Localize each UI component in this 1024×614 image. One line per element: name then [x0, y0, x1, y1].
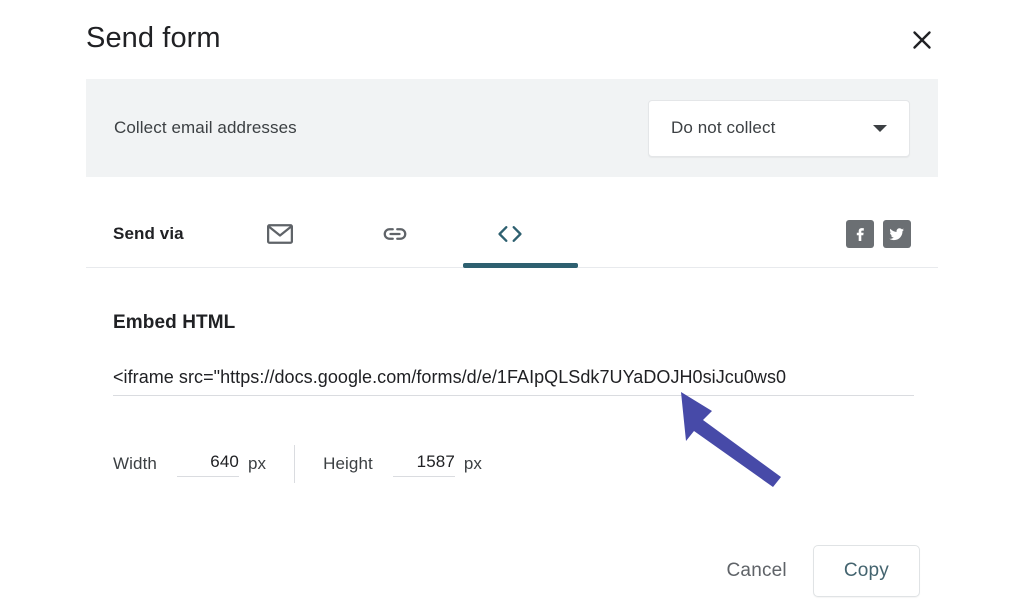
width-input[interactable]: 640: [176, 452, 239, 477]
collect-email-label: Collect email addresses: [114, 118, 297, 137]
dialog-footer: Cancel Copy: [86, 540, 938, 602]
embed-html-value: <iframe src="https://docs.google.com/for…: [113, 367, 787, 387]
height-label: Height: [323, 454, 373, 473]
tab-send-embed[interactable]: [452, 200, 567, 268]
width-unit: px: [247, 454, 267, 473]
collect-email-dropdown[interactable]: Do not collect: [648, 99, 910, 157]
send-via-label: Send via: [113, 224, 184, 243]
copy-button[interactable]: Copy: [812, 545, 920, 597]
collect-email-section: Collect email addresses Do not collect: [86, 79, 938, 177]
height-unit: px: [463, 454, 483, 473]
embed-size-row: Width 640 px Height 1587 px: [113, 445, 483, 483]
chevron-down-icon: [873, 124, 887, 132]
envelope-icon: [265, 219, 295, 249]
tab-send-link[interactable]: [337, 200, 452, 268]
link-icon: [380, 219, 410, 249]
facebook-icon: [851, 225, 869, 243]
code-brackets-icon: [494, 218, 526, 250]
close-button[interactable]: [900, 18, 944, 62]
tab-send-email[interactable]: [222, 200, 337, 268]
page-title: Send form: [86, 22, 221, 54]
embed-html-input[interactable]: <iframe src="https://docs.google.com/for…: [113, 363, 914, 396]
height-input[interactable]: 1587: [392, 452, 455, 477]
embed-section-title: Embed HTML: [113, 312, 236, 333]
width-label: Width: [113, 454, 157, 473]
send-via-row: Send via: [86, 200, 938, 268]
facebook-share-button[interactable]: [846, 220, 874, 248]
active-tab-indicator: [463, 263, 578, 268]
twitter-share-button[interactable]: [883, 220, 911, 248]
social-share-group: [846, 220, 938, 248]
collect-email-selected-value: Do not collect: [671, 118, 776, 137]
twitter-icon: [888, 225, 906, 243]
close-icon: [909, 27, 935, 53]
size-divider: [294, 445, 296, 483]
send-form-dialog: Send form Collect email addresses Do not…: [0, 0, 1024, 614]
dialog-header: Send form: [86, 0, 938, 79]
cancel-button[interactable]: Cancel: [709, 548, 805, 594]
